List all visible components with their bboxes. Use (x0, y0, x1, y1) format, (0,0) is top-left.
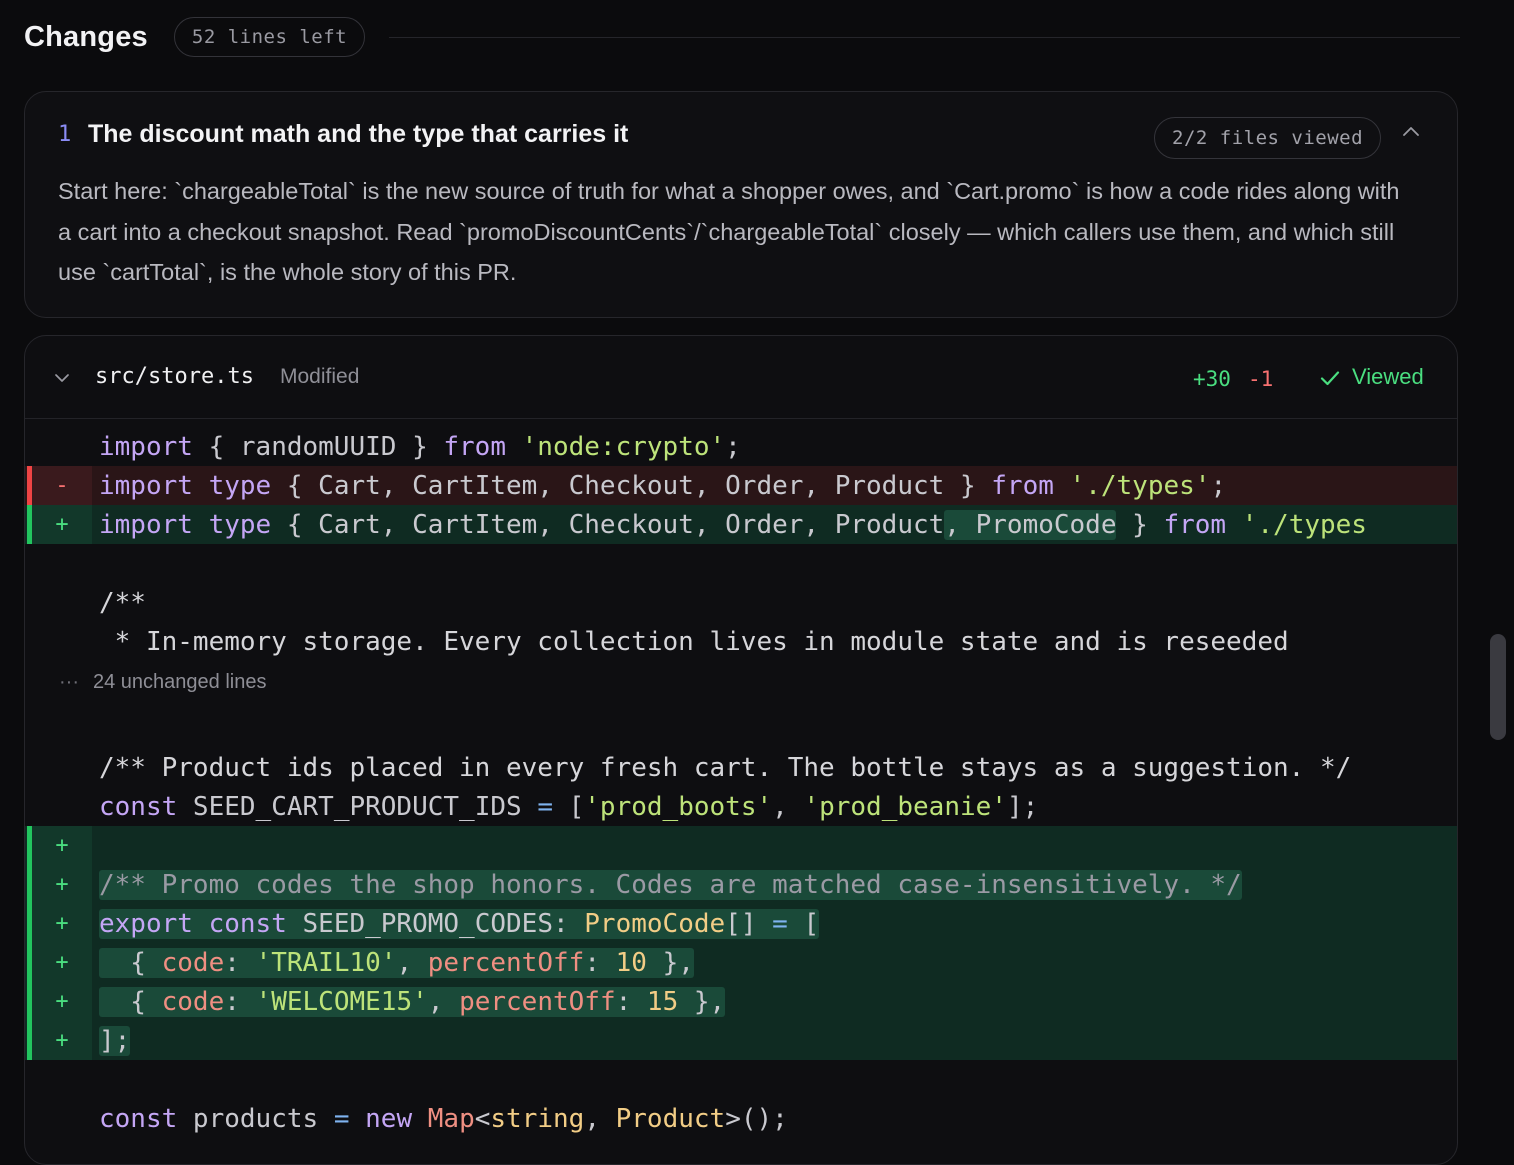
code-line-added: + { code: 'WELCOME15', percentOff: 15 }, (25, 982, 1457, 1021)
step-title: The discount math and the type that carr… (88, 120, 629, 148)
code-line-added: + import type { Cart, CartItem, Checkout… (25, 505, 1457, 544)
file-status: Modified (280, 365, 360, 388)
code-line: import { randomUUID } from 'node:crypto'… (99, 431, 741, 462)
chevron-down-icon[interactable] (53, 369, 71, 387)
code-line-added: + export const SEED_PROMO_CODES: PromoCo… (25, 904, 1457, 943)
step-card: 1 The discount math and the type that ca… (24, 91, 1458, 318)
addition-marker: + (32, 904, 92, 943)
code-line-deleted: - import type { Cart, CartItem, Checkout… (25, 466, 1457, 505)
scrollbar-thumb[interactable] (1490, 634, 1506, 740)
check-icon[interactable] (1318, 366, 1342, 390)
addition-marker: + (32, 943, 92, 982)
files-viewed-badge: 2/2 files viewed (1154, 117, 1382, 159)
changes-header: Changes 52 lines left (24, 14, 1460, 60)
step-description: Start here: `chargeableTotal` is the new… (58, 178, 1400, 285)
additions-count: +30 (1193, 367, 1231, 391)
addition-marker: + (32, 505, 92, 544)
file-header[interactable]: src/store.ts Modified +30 -1 Viewed (25, 336, 1457, 419)
code-line: const products = new Map < string, Product… (99, 1103, 788, 1134)
step-number: 1 (58, 122, 72, 147)
code-line: const SEED_CART_PRODUCT_IDS = ['prod_boo… (99, 791, 1039, 822)
code-line-added: + { code: 'TRAIL10', percentOff: 10 }, (25, 943, 1457, 982)
addition-marker: + (32, 982, 92, 1021)
code-line-added: + (25, 826, 1457, 865)
code-line: /** Product ids placed in every fresh ca… (99, 752, 1352, 783)
header-divider (389, 36, 1460, 38)
code-line: /** (99, 587, 146, 618)
lines-left-badge: 52 lines left (173, 17, 366, 57)
code-line-added: + ]; (25, 1021, 1457, 1060)
deletion-marker: - (32, 466, 92, 505)
code-line-added: + /** Promo codes the shop honors. Codes… (25, 865, 1457, 904)
page-title: Changes (24, 20, 148, 53)
code-line: * In-memory storage. Every collection li… (99, 626, 1289, 657)
addition-marker: + (32, 1021, 92, 1060)
addition-marker: + (32, 826, 92, 865)
unchanged-lines-fold[interactable]: ··· 24 unchanged lines (59, 671, 266, 694)
file-path[interactable]: src/store.ts (95, 364, 254, 389)
ellipsis-icon: ··· (59, 671, 79, 693)
addition-marker: + (32, 865, 92, 904)
viewed-toggle[interactable]: Viewed (1352, 364, 1424, 390)
chevron-up-icon[interactable] (1401, 122, 1421, 142)
file-diff-panel: src/store.ts Modified +30 -1 Viewed impo… (24, 335, 1458, 1165)
deletions-count: -1 (1248, 367, 1274, 391)
